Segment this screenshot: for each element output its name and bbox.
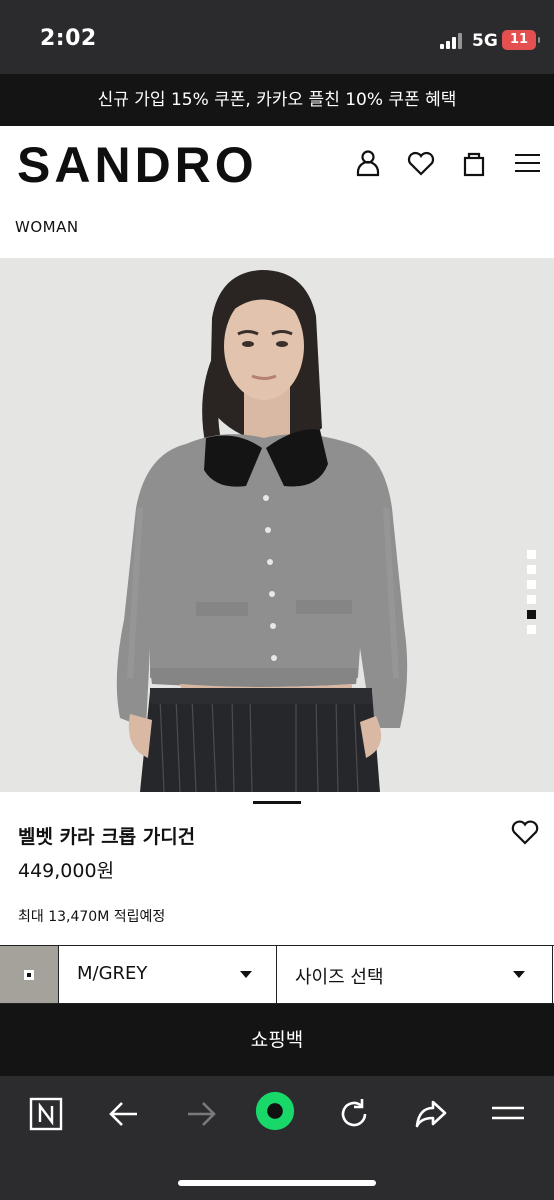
- user-icon[interactable]: [351, 146, 385, 180]
- site-header: SANDRO: [0, 126, 554, 204]
- add-to-bag-button[interactable]: 쇼핑백: [0, 1004, 554, 1076]
- color-select-value: M/GREY: [77, 963, 148, 984]
- share-icon[interactable]: [411, 1094, 451, 1134]
- gallery-dot-active[interactable]: [527, 610, 536, 619]
- signal-icon: [440, 33, 466, 49]
- network-label: 5G: [472, 31, 498, 51]
- chevron-down-icon: [240, 971, 252, 978]
- battery-level: 11: [509, 32, 529, 47]
- gallery-dot[interactable]: [527, 595, 536, 604]
- gallery-dot[interactable]: [527, 550, 536, 559]
- menu-icon[interactable]: [510, 146, 544, 180]
- gallery-dot[interactable]: [527, 580, 536, 589]
- brand-logo[interactable]: SANDRO: [17, 136, 258, 194]
- color-swatch[interactable]: [0, 946, 58, 1003]
- forward-arrow-icon[interactable]: [181, 1094, 221, 1134]
- reload-icon[interactable]: [334, 1094, 374, 1134]
- size-select[interactable]: 사이즈 선택: [277, 946, 553, 1003]
- shopping-bag-icon[interactable]: [457, 146, 491, 180]
- status-bar: 2:02 5G 11: [0, 0, 554, 74]
- home-indicator: [178, 1180, 376, 1186]
- size-select-placeholder: 사이즈 선택: [295, 967, 384, 988]
- gallery-dot[interactable]: [527, 625, 536, 634]
- green-circle-icon[interactable]: [255, 1091, 301, 1137]
- gallery-pagination[interactable]: [527, 550, 537, 640]
- product-price: 449,000원: [18, 860, 115, 882]
- status-time: 2:02: [40, 26, 97, 51]
- image-slider-indicator: [253, 801, 301, 804]
- product-title: 벨벳 카라 크롭 가디건: [18, 826, 196, 848]
- chevron-down-icon: [513, 971, 525, 978]
- color-select[interactable]: M/GREY: [58, 946, 277, 1003]
- wishlist-heart-icon[interactable]: [510, 818, 540, 846]
- breadcrumb[interactable]: WOMAN: [15, 218, 79, 236]
- back-arrow-icon[interactable]: [104, 1094, 144, 1134]
- naver-icon[interactable]: [26, 1094, 66, 1134]
- product-image[interactable]: [0, 258, 554, 792]
- battery-icon: 11: [502, 30, 540, 50]
- swatch-marker: [24, 970, 34, 980]
- option-selectors: M/GREY 사이즈 선택: [0, 945, 554, 1004]
- promo-banner[interactable]: 신규 가입 15% 쿠폰, 카카오 플친 10% 쿠폰 혜택: [0, 74, 554, 126]
- heart-icon[interactable]: [404, 146, 438, 180]
- points-info: 최대 13,470M 적립예정: [18, 909, 166, 925]
- menu-icon[interactable]: [488, 1094, 528, 1134]
- gallery-dot[interactable]: [527, 565, 536, 574]
